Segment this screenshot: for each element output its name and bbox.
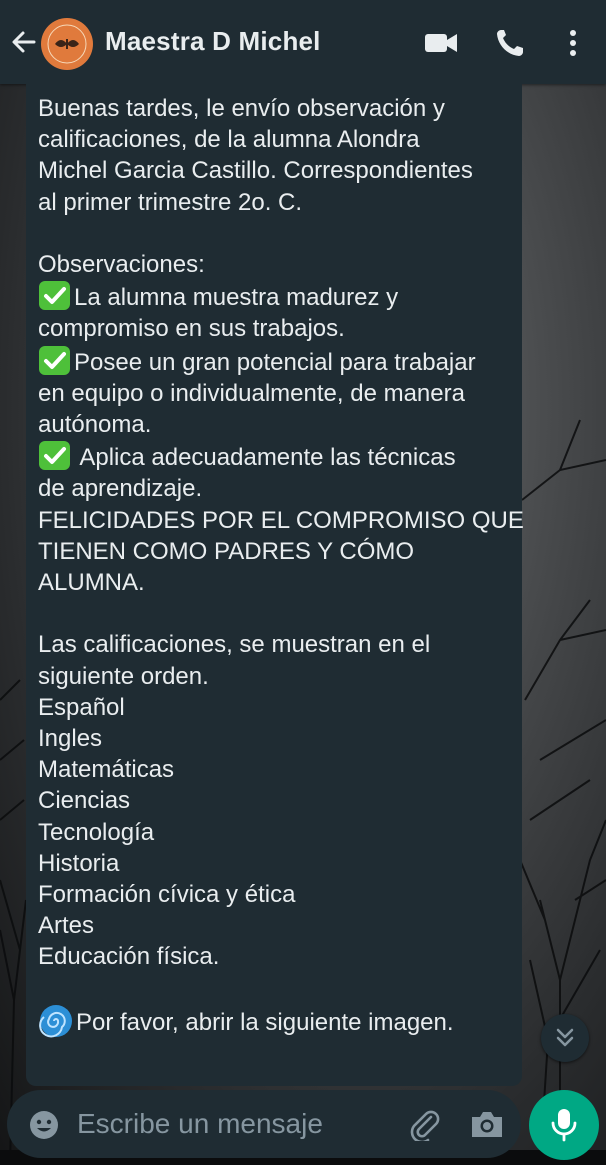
message-line: al primer trimestre 2o. C.: [38, 188, 303, 216]
subject-item: Matemáticas: [38, 756, 175, 784]
message-line: calificaciones, de la alumna Alondra: [38, 126, 420, 154]
subject-item: Ciencias: [38, 787, 131, 815]
arrow-left-icon[interactable]: [10, 28, 38, 56]
phone-icon[interactable]: [494, 28, 528, 58]
scroll-to-bottom-button[interactable]: [541, 1014, 589, 1062]
message-line: Buenas tardes, le envío observación y: [38, 95, 445, 122]
cyclone-icon: [39, 1004, 72, 1038]
message-line: de aprendizaje.: [38, 475, 203, 503]
check-mark-button-icon: [39, 441, 70, 471]
check-mark-button-icon: [39, 345, 70, 375]
message-line: siguiente orden.: [38, 662, 209, 690]
observation-item: La alumna muestra madurez y: [38, 280, 518, 313]
subject-item: Ingles: [38, 725, 103, 753]
message-line: Las calificaciones, se muestran en el: [38, 631, 431, 659]
voice-message-button[interactable]: [529, 1090, 599, 1160]
subject-item: Tecnología: [38, 818, 155, 846]
message-line: autónoma.: [38, 411, 152, 439]
contact-name[interactable]: Maestra D Michel: [105, 26, 321, 57]
paperclip-icon[interactable]: [407, 1107, 441, 1141]
message-line: TIENEN COMO PADRES Y CÓMO: [38, 537, 415, 565]
subject-item: Educación física.: [38, 943, 220, 971]
message-line: Michel Garcia Castillo. Correspondientes: [38, 157, 473, 185]
message-line: ALUMNA.: [38, 569, 145, 597]
avatar[interactable]: [41, 18, 93, 70]
observation-item: Posee un gran potencial para trabajar: [38, 345, 518, 378]
check-mark-button-icon: [39, 281, 70, 311]
video-camera-icon[interactable]: [424, 28, 458, 58]
message-line: FELICIDADES POR EL COMPROMISO QUE: [38, 506, 524, 534]
message-line: en equipo o individualmente, de manera: [38, 379, 465, 407]
message-line: compromiso en sus trabajos.: [38, 315, 345, 343]
chat-header: Maestra D Michel: [0, 0, 606, 84]
microphone-icon: [551, 1109, 577, 1142]
subject-item: Artes: [38, 912, 95, 940]
smiley-icon[interactable]: [29, 1110, 59, 1140]
subject-item: Historia: [38, 849, 120, 877]
more-vertical-icon[interactable]: [556, 28, 590, 58]
double-chevron-down-icon: [556, 1028, 574, 1047]
observation-item: Aplica adecuadamente las técnicas: [38, 440, 518, 473]
observaciones-heading: Observaciones:: [38, 251, 205, 278]
closing-line: Por favor, abrir la siguiente imagen.: [38, 1004, 518, 1038]
subject-item: Formación cívica y ética: [38, 881, 296, 909]
message-input[interactable]: [77, 1106, 397, 1142]
message-text: Buenas tardes, le envío observación y ca…: [38, 93, 524, 1038]
message-composer: [7, 1090, 521, 1158]
camera-icon[interactable]: [469, 1108, 505, 1140]
subject-item: Español: [38, 693, 125, 721]
